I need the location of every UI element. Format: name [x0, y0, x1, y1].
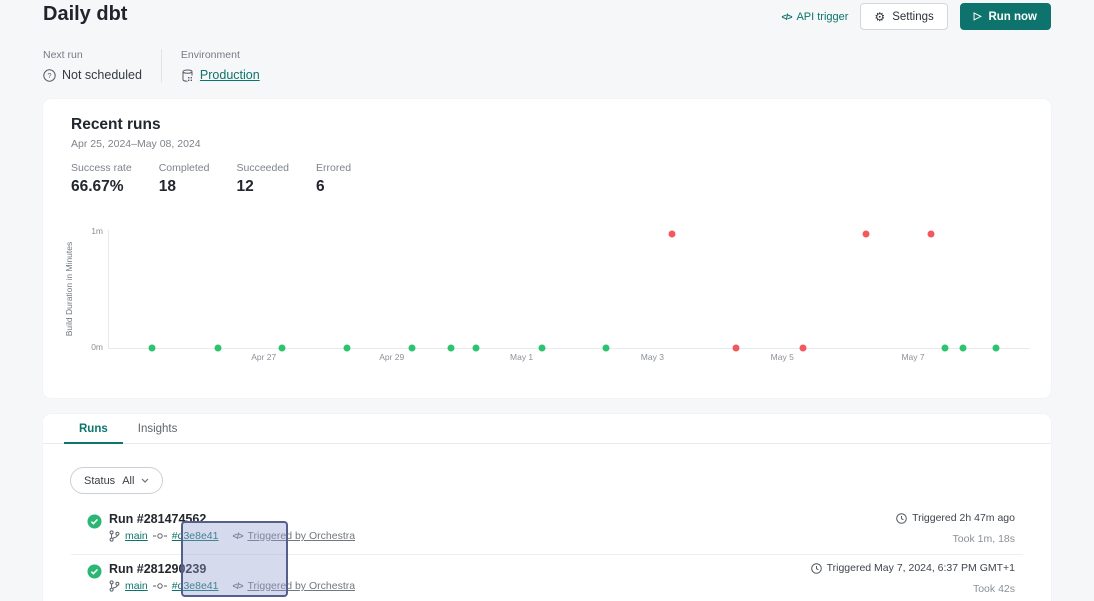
- y-axis-label: Build Duration in Minutes: [64, 242, 74, 337]
- stat-success-rate: Success rate 66.67%: [71, 162, 132, 196]
- branch-link[interactable]: main: [125, 530, 148, 542]
- run-duration: Took 42s: [811, 583, 1015, 595]
- tab-runs[interactable]: Runs: [64, 414, 123, 443]
- git-commit-icon: [153, 532, 167, 540]
- job-meta: Next run ? Not scheduled Environment Pro…: [43, 49, 260, 82]
- x-axis-tick: May 7: [901, 352, 924, 362]
- stat-errored: Errored 6: [316, 162, 359, 196]
- next-run-label: Next run: [43, 49, 142, 61]
- run-dot-success[interactable]: [603, 345, 610, 352]
- commit-link[interactable]: #d3e8e41: [172, 580, 219, 592]
- recent-runs-date-range: Apr 25, 2024–May 08, 2024: [71, 138, 201, 150]
- stats-row: Success rate 66.67% Completed 18 Succeed…: [71, 162, 386, 196]
- run-dot-success[interactable]: [447, 345, 454, 352]
- environment-block: Environment Production: [181, 49, 260, 82]
- run-dot-success[interactable]: [942, 345, 949, 352]
- play-icon: ▷: [974, 12, 982, 22]
- run-duration-chart-plot: Build Duration in Minutes 1m 0m Apr 27Ap…: [108, 230, 1030, 349]
- run-title[interactable]: Run #281290239: [109, 562, 355, 576]
- run-dot-success[interactable]: [538, 345, 545, 352]
- runs-card: Runs Insights Status All Run #281474562: [43, 414, 1051, 601]
- code-icon: </>: [232, 581, 242, 591]
- run-dot-error[interactable]: [799, 345, 806, 352]
- tab-insights[interactable]: Insights: [123, 414, 193, 443]
- y-tick-0m: 0m: [91, 342, 103, 352]
- run-title[interactable]: Run #281474562: [109, 512, 355, 526]
- environment-link[interactable]: Production: [200, 68, 260, 82]
- next-run-block: Next run ? Not scheduled: [43, 49, 142, 82]
- branch-link[interactable]: main: [125, 580, 148, 592]
- run-triggered-time: Triggered 2h 47m ago: [912, 512, 1015, 524]
- run-rows: Run #281474562 main #d3e8e41 </> Trigger…: [71, 505, 1023, 601]
- api-trigger-label: API trigger: [796, 11, 848, 23]
- run-dot-success[interactable]: [959, 345, 966, 352]
- y-tick-1m: 1m: [91, 226, 103, 236]
- x-axis-tick: May 3: [641, 352, 664, 362]
- code-icon: </>: [232, 531, 242, 541]
- run-now-button[interactable]: ▷ Run now: [960, 3, 1051, 30]
- x-axis-tick: Apr 27: [251, 352, 276, 362]
- success-check-icon: [87, 564, 102, 592]
- run-row[interactable]: Run #281474562 main #d3e8e41 </> Trigger…: [71, 505, 1023, 555]
- svg-text:?: ?: [47, 71, 51, 80]
- run-triggered-time: Triggered May 7, 2024, 6:37 PM GMT+1: [827, 562, 1015, 574]
- clock-icon: [811, 563, 822, 574]
- run-dot-success[interactable]: [409, 345, 416, 352]
- run-dot-error[interactable]: [863, 230, 870, 237]
- stat-succeeded: Succeeded 12: [236, 162, 289, 196]
- gear-icon: ⚙: [874, 11, 885, 23]
- tab-bar: Runs Insights: [43, 414, 1051, 444]
- run-row[interactable]: Run #281290239 main #d3e8e41 </> Trigger…: [71, 555, 1023, 601]
- git-commit-icon: [153, 582, 167, 590]
- run-duration: Took 1m, 18s: [896, 533, 1015, 545]
- settings-label: Settings: [892, 11, 934, 23]
- success-check-icon: [87, 514, 102, 542]
- run-dot-error[interactable]: [668, 230, 675, 237]
- page-title: Daily dbt: [43, 3, 127, 26]
- run-dot-success[interactable]: [279, 345, 286, 352]
- trigger-source-link[interactable]: </> Triggered by Orchestra: [232, 530, 355, 542]
- run-dot-success[interactable]: [473, 345, 480, 352]
- status-filter-label: Status: [84, 475, 115, 487]
- database-icon: [181, 69, 194, 82]
- git-branch-icon: [109, 530, 120, 542]
- environment-label: Environment: [181, 49, 260, 61]
- git-branch-icon: [109, 580, 120, 592]
- recent-runs-card: Recent runs Apr 25, 2024–May 08, 2024 Su…: [43, 99, 1051, 398]
- run-dot-error[interactable]: [733, 345, 740, 352]
- api-trigger-link[interactable]: </> API trigger: [781, 11, 848, 23]
- x-axis-tick: Apr 29: [379, 352, 404, 362]
- meta-divider: [161, 49, 162, 82]
- code-icon: </>: [781, 12, 791, 22]
- trigger-source-link[interactable]: </> Triggered by Orchestra: [232, 580, 355, 592]
- clock-icon: [896, 513, 907, 524]
- chevron-down-icon: [141, 478, 149, 483]
- stat-completed: Completed 18: [159, 162, 210, 196]
- run-now-label: Run now: [988, 11, 1037, 23]
- run-dot-error[interactable]: [928, 230, 935, 237]
- x-axis-tick: May 1: [510, 352, 533, 362]
- x-axis-tick: May 5: [771, 352, 794, 362]
- help-circle-icon: ?: [43, 69, 56, 82]
- next-run-value: Not scheduled: [62, 68, 142, 82]
- recent-runs-title: Recent runs: [71, 116, 161, 134]
- page-header: Daily dbt </> API trigger ⚙ Settings ▷ R…: [43, 0, 1051, 92]
- run-dot-success[interactable]: [992, 345, 999, 352]
- status-filter-dropdown[interactable]: Status All: [70, 467, 163, 494]
- settings-button[interactable]: ⚙ Settings: [860, 3, 947, 30]
- run-dot-success[interactable]: [214, 345, 221, 352]
- run-dot-success[interactable]: [343, 345, 350, 352]
- run-dot-success[interactable]: [149, 345, 156, 352]
- commit-link[interactable]: #d3e8e41: [172, 530, 219, 542]
- header-actions: </> API trigger ⚙ Settings ▷ Run now: [781, 3, 1051, 30]
- status-filter-value: All: [122, 475, 134, 487]
